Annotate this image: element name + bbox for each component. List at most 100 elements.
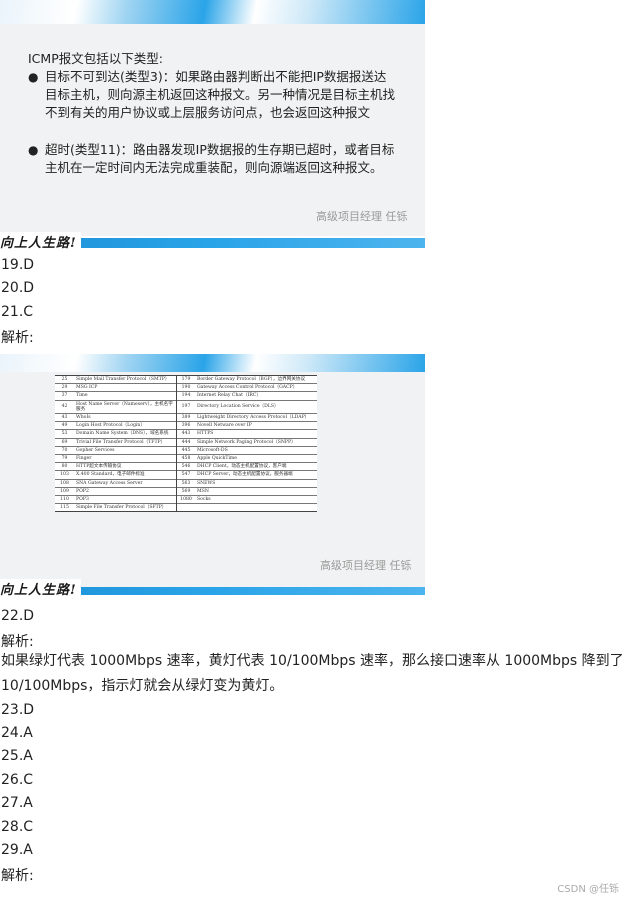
port-number-cell: 194	[176, 391, 195, 401]
port-row: 37 Time 194 Internet Relay Chat（IRC）	[55, 391, 317, 401]
protocol-name-cell: Time	[74, 391, 177, 401]
port-number-cell: 37	[55, 391, 74, 401]
port-number-cell: 443	[176, 429, 195, 439]
port-number-cell: 70	[55, 445, 74, 455]
answer-line: 23.D	[1, 702, 35, 718]
port-number-cell: 445	[176, 445, 195, 455]
answer-line: 22.D	[1, 608, 35, 624]
analysis-label: 解析:	[1, 868, 34, 884]
slide-bullet: ● 目标不可到达(类型3)：如果路由器判断出不能把IP数据报送达目标主机，则向源…	[28, 68, 395, 122]
protocol-name-cell: Login Host Protocol（Login）	[74, 421, 177, 430]
port-row: 42 Host Name Server（Nameserv），主机名字服务 197 Di…	[55, 399, 317, 414]
protocol-name-cell: Novell Netware over IP	[195, 421, 317, 430]
port-row: 79 Finger 458 Apple QuickTime	[55, 454, 317, 463]
protocol-name-cell	[195, 503, 317, 513]
bullet-text: 超时(类型11)：路由器发现IP数据报的生存期已超时，或者目标主机在一定时间内无…	[45, 142, 395, 175]
slide-motto: 向上人生路!	[0, 232, 81, 251]
port-row: 70 Gopher Services 445 Microsoft-DS	[55, 445, 317, 455]
port-number-cell: 53	[55, 429, 74, 439]
protocol-name-cell: X.400 Standard，电子邮件标准	[74, 470, 177, 480]
port-row: 69 Trivial File Transfer Protocol（TFTP） 44…	[55, 437, 317, 447]
slide-motto: 向上人生路!	[0, 579, 81, 598]
protocol-name-cell: Finger	[74, 454, 177, 463]
answer-line: 28.C	[1, 819, 34, 835]
protocol-name-cell: Socks	[195, 495, 317, 504]
port-row: 80 HTTP超文本传输协议 546 DHCP Client，动态主机配置协议，客户端	[55, 462, 317, 471]
protocol-name-cell: Simple Mail Transfer Protocol（SMTP）	[74, 374, 177, 384]
port-number-cell: 49	[55, 421, 74, 430]
port-row: 110 POP3 1080 Socks	[55, 495, 317, 504]
port-number-cell: 396	[176, 421, 195, 430]
port-row: 29 MSG ICP 190 Gateway Access Control Proto…	[55, 383, 317, 392]
analysis-label: 解析:	[1, 330, 34, 346]
answer-line: 24.A	[1, 725, 33, 741]
answer-line: 27.A	[1, 795, 33, 811]
protocol-name-cell: Domain Name System（DNS），域名系统	[74, 429, 177, 439]
protocol-name-cell: Gopher Services	[74, 445, 177, 455]
port-row: 109 POP2 569 MSN	[55, 486, 317, 496]
protocol-name-cell: Gateway Access Control Protocol（GACP）	[195, 383, 317, 392]
port-number-cell: 79	[55, 454, 74, 463]
port-row: 49 Login Host Protocol（Login） 396 Novell Ne…	[55, 421, 317, 430]
port-row: 25 Simple Mail Transfer Protocol（SMTP） 179…	[55, 374, 317, 384]
port-number-cell: 103	[55, 470, 74, 480]
port-number-cell: 43	[55, 413, 74, 422]
port-number-cell: 108	[55, 478, 74, 488]
port-number-cell: 389	[176, 413, 195, 422]
protocol-name-cell: POP3	[74, 495, 177, 504]
port-number-cell: 110	[55, 495, 74, 504]
port-number-cell: 444	[176, 437, 195, 447]
protocol-name-cell: Border Gateway Protocol（BGP），边界网关协议	[195, 374, 317, 384]
protocol-name-cell: WhoIs	[74, 413, 177, 422]
slide-image-ports: 25 Simple Mail Transfer Protocol（SMTP） 179…	[0, 354, 425, 587]
port-number-cell: 109	[55, 486, 74, 496]
port-number-cell: 69	[55, 437, 74, 447]
port-number-cell: 1080	[176, 495, 195, 504]
protocol-name-cell: Microsoft-DS	[195, 445, 317, 455]
slide-watermark: 高级项目经理 任铄	[320, 559, 412, 572]
analysis-text: 如果绿灯代表 1000Mbps 速率，黄灯代表 10/100Mbps 速率，那么…	[1, 653, 624, 694]
protocol-name-cell: SNA Gateway Access Server	[74, 478, 177, 488]
answer-line: 20.D	[1, 280, 35, 296]
slide-header-band	[0, 354, 425, 372]
protocol-name-cell: POP2	[74, 486, 177, 496]
protocol-name-cell: Internet Relay Chat（IRC）	[195, 391, 317, 401]
protocol-name-cell: Host Name Server（Nameserv），主机名字服务	[74, 399, 177, 414]
port-row: 53 Domain Name System（DNS），域名系统 443 HTTPS	[55, 429, 317, 439]
answer-line: 21.C	[1, 304, 34, 320]
port-number-cell: 29	[55, 383, 74, 392]
answer-line: 19.D	[1, 257, 35, 273]
slide-bullet: ● 超时(类型11)：路由器发现IP数据报的生存期已超时，或者目标主机在一定时间…	[28, 141, 395, 177]
protocol-name-cell: SNEWS	[195, 478, 317, 488]
protocol-name-cell: Trivial File Transfer Protocol（TFTP）	[74, 437, 177, 447]
protocol-name-cell: Simple File Transfer Protocol（SFTP）	[74, 503, 177, 513]
port-number-cell: 179	[176, 374, 195, 384]
slide-heading: ICMP报文包括以下类型:	[28, 51, 163, 66]
port-number-cell	[176, 503, 195, 513]
port-number-cell: 42	[55, 399, 74, 414]
port-row: 103 X.400 Standard，电子邮件标准 547 DHCP Server，动…	[55, 470, 317, 480]
port-number-cell: 115	[55, 503, 74, 513]
answer-line: 29.A	[1, 842, 33, 858]
port-row: 108 SNA Gateway Access Server 563 SNEWS	[55, 478, 317, 488]
port-number-cell: 563	[176, 478, 195, 488]
protocol-name-cell: Apple QuickTime	[195, 454, 317, 463]
port-row: 43 WhoIs 389 Lightweight Directory Access P…	[55, 413, 317, 422]
slide-image-icmp: ICMP报文包括以下类型: ● 目标不可到达(类型3)：如果路由器判断出不能把I…	[0, 0, 425, 236]
protocol-name-cell: MSN	[195, 486, 317, 496]
bullet-text: 目标不可到达(类型3)：如果路由器判断出不能把IP数据报送达目标主机，则向源主机…	[45, 69, 396, 120]
slide-watermark: 高级项目经理 任铄	[316, 210, 408, 223]
port-number-cell: 547	[176, 470, 195, 480]
bullet-dot-icon: ●	[28, 143, 39, 157]
protocol-name-cell: HTTP超文本传输协议	[74, 462, 177, 471]
csdn-watermark: CSDN @任铄	[557, 884, 619, 895]
protocol-name-cell: Lightweight Directory Access Protocol（LD…	[195, 413, 317, 422]
protocol-name-cell: Simple Network Paging Protocol（SNPP）	[195, 437, 317, 447]
slide-header-band	[0, 0, 425, 24]
port-number-cell: 25	[55, 374, 74, 384]
protocol-name-cell: Directory Location Service（DLS）	[195, 399, 317, 414]
port-table: 25 Simple Mail Transfer Protocol（SMTP） 179…	[55, 374, 317, 513]
protocol-name-cell: MSG ICP	[74, 383, 177, 392]
port-number-cell: 458	[176, 454, 195, 463]
bullet-dot-icon: ●	[28, 70, 39, 84]
